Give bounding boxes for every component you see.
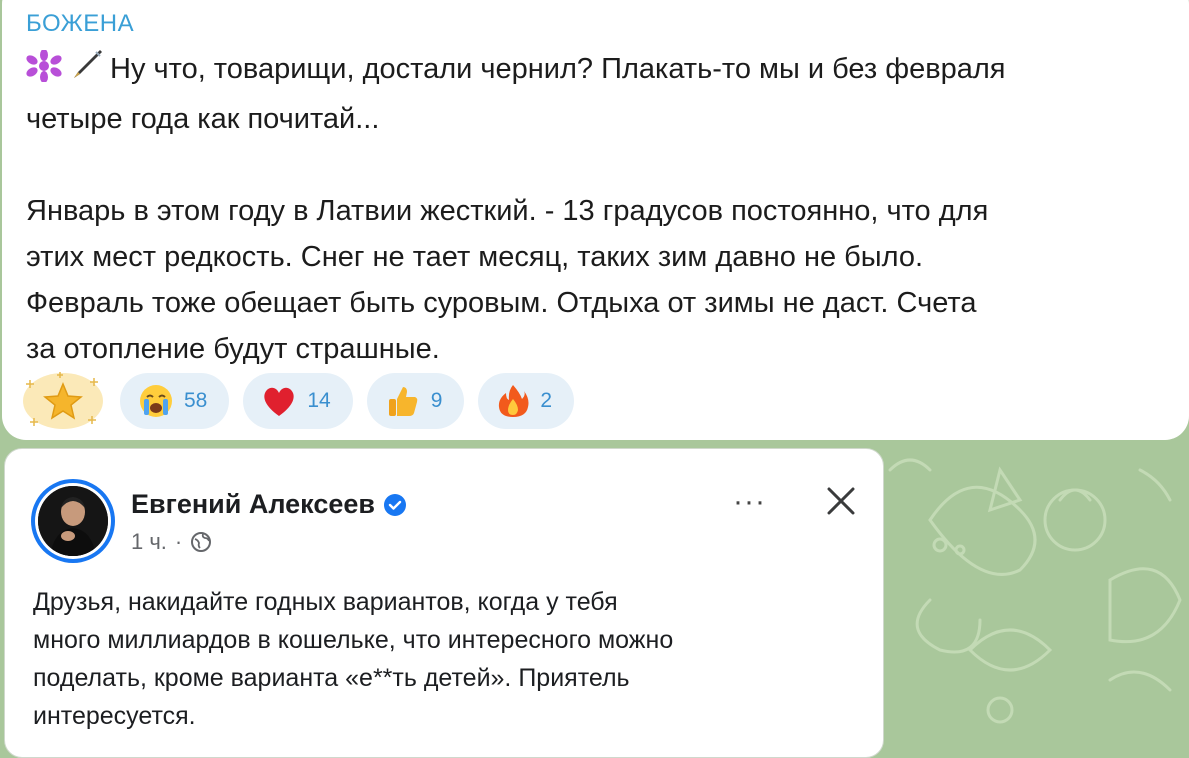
thumbs-up-icon: [388, 387, 417, 416]
post-time[interactable]: 1 ч.: [131, 529, 167, 555]
post-meta: 1 ч. ·: [131, 529, 212, 555]
reaction-count: 58: [184, 389, 208, 412]
post-author[interactable]: Евгений Алексеев: [131, 489, 407, 520]
author-avatar[interactable]: [31, 479, 115, 563]
reaction-thumbs-up[interactable]: 9: [366, 373, 465, 429]
globe-icon: [191, 532, 212, 552]
sender-name[interactable]: БОЖЕНА: [26, 10, 134, 38]
post-line-1: Друзья, накидайте годных вариантов, когд…: [33, 588, 618, 616]
reaction-fire[interactable]: 2: [478, 373, 575, 429]
meta-separator: ·: [174, 529, 183, 554]
more-options-icon[interactable]: ···: [733, 485, 766, 519]
message-line-2: четыре года как почитай...: [26, 103, 380, 135]
author-name: Евгений Алексеев: [131, 489, 375, 519]
fountain-pen-emoji-icon: [68, 48, 104, 96]
message-line-6: за отопление будут страшные.: [26, 333, 440, 365]
reaction-count: 2: [540, 389, 553, 412]
reaction-heart[interactable]: 14: [243, 373, 353, 429]
reaction-crying[interactable]: 58: [120, 373, 230, 429]
post-line-3: поделать, кроме варианта «е**ть детей». …: [33, 664, 630, 692]
close-icon[interactable]: [823, 483, 859, 519]
reaction-count: 14: [307, 389, 331, 412]
message-line-3: Январь в этом году в Латвии жесткий. - 1…: [26, 195, 989, 227]
sparkle-emoji-icon: [26, 49, 62, 96]
crying-face-icon: [140, 385, 172, 417]
star-reaction-icon: [23, 372, 103, 429]
star-reaction-button[interactable]: [20, 370, 106, 432]
fire-icon: [499, 385, 529, 417]
message-bubble: БОЖЕНА Ну что, товарищи, достали чернил?…: [2, 0, 1189, 440]
message-line-5: Февраль тоже обещает быть суровым. Отдых…: [26, 287, 977, 319]
heart-icon: [264, 387, 295, 416]
reactions-bar: 58 14 9 2: [20, 370, 588, 432]
post-text: Друзья, накидайте годных вариантов, когд…: [33, 583, 673, 735]
embedded-post-screenshot: Евгений Алексеев 1 ч. · ··· Друзья, наки…: [4, 448, 884, 758]
message-line-4: этих мест редкость. Снег не тает месяц, …: [26, 241, 924, 273]
message-text: Ну что, товарищи, достали чернил? Плакат…: [26, 46, 1176, 372]
reaction-count: 9: [430, 389, 443, 412]
message-line-1: Ну что, товарищи, достали чернил? Плакат…: [110, 53, 1006, 85]
post-line-2: много миллиардов в кошельке, что интерес…: [33, 626, 674, 654]
avatar-image: [38, 486, 108, 556]
verified-badge-icon: [384, 493, 406, 516]
post-line-4: интересуется.: [33, 702, 196, 730]
